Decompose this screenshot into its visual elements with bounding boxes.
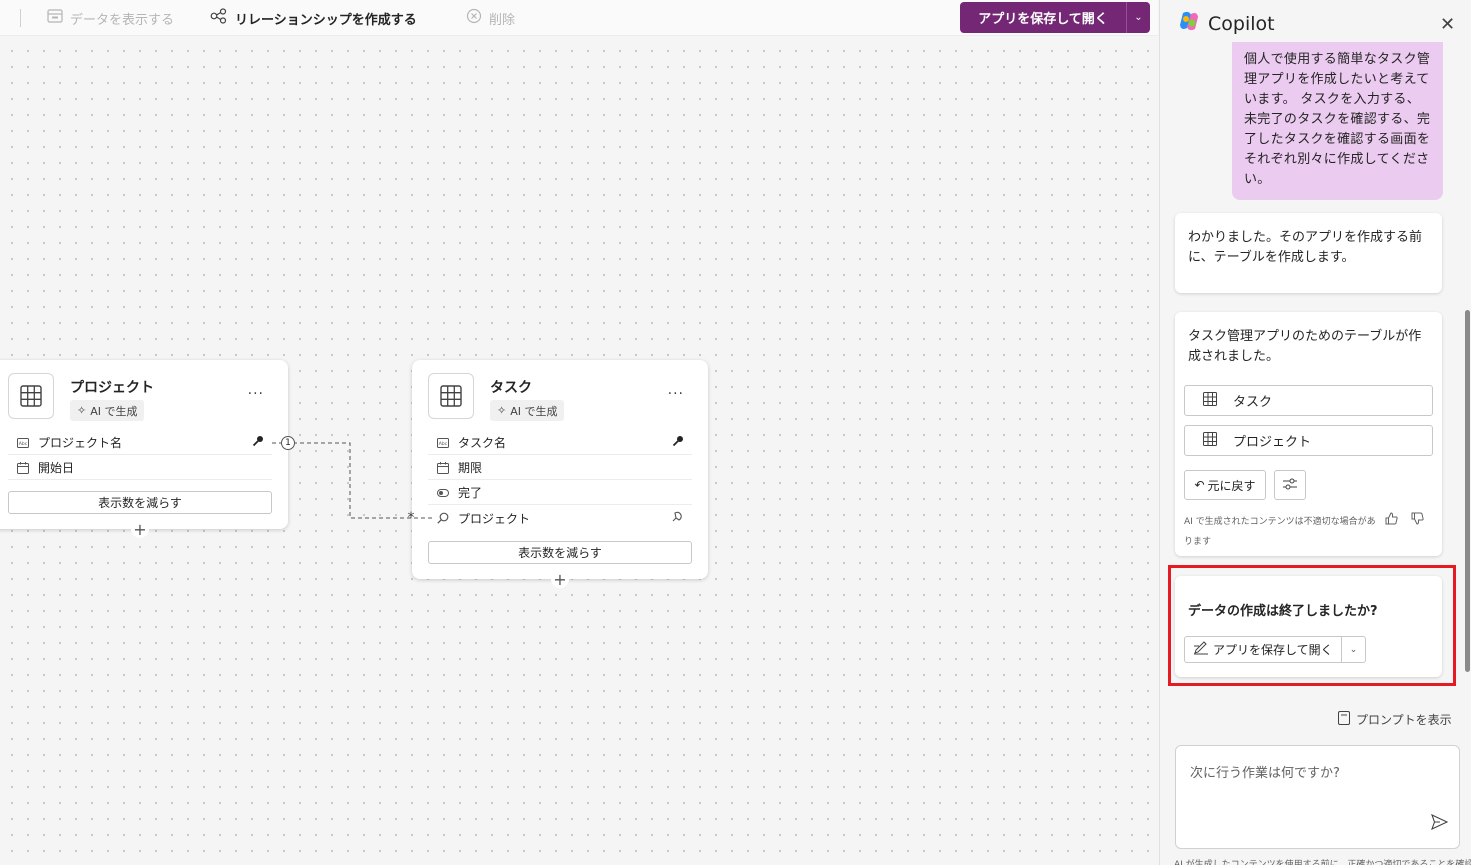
undo-label: 元に戻す <box>1207 478 1256 493</box>
one-cardinality-marker: 1 <box>281 436 295 450</box>
close-icon[interactable]: ✕ <box>1440 14 1455 35</box>
chat-input-box[interactable] <box>1175 745 1460 849</box>
command-bar: データを表示する リレーションシップを作成する 削除 アプリを保存して開く ⌄ <box>0 0 1158 36</box>
sliders-icon <box>1282 477 1298 494</box>
relationship-icon <box>210 8 228 28</box>
show-prompts-label: プロンプトを表示 <box>1356 713 1452 727</box>
send-icon[interactable] <box>1431 813 1449 834</box>
ai-disclaimer: AI で生成されたコンテンツは不適切な場合があります <box>1184 517 1376 547</box>
delete-label: 削除 <box>489 12 516 28</box>
footer-disclaimer: AI が生成したコンテンツを使用する前に、正確かつ適切であることを確認してくださ… <box>1174 860 1471 865</box>
edit-pen-icon <box>1193 641 1209 658</box>
delete-icon <box>466 8 482 28</box>
adjust-settings-button[interactable] <box>1274 470 1306 500</box>
chevron-down-icon: ⌄ <box>1134 12 1143 23</box>
user-message: 個人で使用する簡単なタスク管理アプリを作成したいと考えています。 タスクを入力す… <box>1232 42 1443 200</box>
chevron-down-icon[interactable]: ⌄ <box>1341 637 1365 662</box>
save-and-open-app-button-secondary[interactable]: アプリを保存して開く <box>1185 637 1341 662</box>
chat-input[interactable] <box>1190 762 1440 812</box>
table-link-task[interactable]: タスク <box>1184 385 1433 416</box>
table-link-label: プロジェクト <box>1233 435 1312 450</box>
toolbar-divider <box>20 9 21 27</box>
copilot-title: Copilot <box>1208 12 1275 35</box>
delete-button[interactable]: 削除 <box>466 8 515 28</box>
prompt-guide-icon <box>1338 711 1350 728</box>
assistant-message-text: わかりました。そのアプリを作成する前に、テーブルを作成します。 <box>1188 230 1423 265</box>
many-cardinality-marker: * <box>407 510 415 526</box>
assistant-message: わかりました。そのアプリを作成する前に、テーブルを作成します。 <box>1175 213 1442 293</box>
copilot-pane: Copilot ✕ 個人で使用する簡単なタスク管理アプリを作成したいと考えていま… <box>1159 0 1471 865</box>
save-and-open-app-button[interactable]: アプリを保存して開く <box>960 2 1126 33</box>
create-relationship-label: リレーションシップを作成する <box>235 12 417 28</box>
save-open-label: アプリを保存して開く <box>1213 643 1333 657</box>
copilot-logo-icon <box>1178 10 1200 37</box>
table-view-icon <box>47 9 63 27</box>
table-grid-icon <box>1203 391 1217 410</box>
table-grid-icon <box>1203 431 1217 450</box>
undo-button[interactable]: ↶ 元に戻す <box>1184 470 1266 500</box>
view-data-label: データを表示する <box>70 12 175 28</box>
save-options-dropdown[interactable]: ⌄ <box>1126 2 1150 33</box>
thumbs-up-icon[interactable] <box>1385 512 1398 528</box>
view-data-button[interactable]: データを表示する <box>47 8 174 28</box>
table-link-label: タスク <box>1233 395 1273 410</box>
relationship-connector[interactable] <box>0 37 1158 865</box>
assistant-message-text: タスク管理アプリのためのテーブルが作成されました。 <box>1188 329 1422 364</box>
create-relationship-button[interactable]: リレーションシップを作成する <box>210 8 417 28</box>
thumbs-down-icon[interactable] <box>1411 512 1424 528</box>
data-complete-prompt: データの作成は終了しましたか? アプリを保存して開く ⌄ <box>1175 576 1442 677</box>
show-prompts-button[interactable]: プロンプトを表示 <box>1338 711 1452 728</box>
data-canvas[interactable]: プロジェクト ✧ AI で生成 ··· Abc プロジェクト名 開始日 表示数を… <box>0 37 1158 865</box>
undo-icon: ↶ <box>1194 478 1205 492</box>
copilot-scrollbar-thumb[interactable] <box>1465 310 1470 672</box>
table-link-project[interactable]: プロジェクト <box>1184 425 1433 456</box>
data-complete-question: データの作成は終了しましたか? <box>1188 604 1378 619</box>
assistant-message-tables: タスク管理アプリのためのテーブルが作成されました。 タスク プロジェクト ↶ 元… <box>1175 312 1442 556</box>
copilot-header: Copilot <box>1178 10 1275 37</box>
save-and-open-app-split-button[interactable]: アプリを保存して開く ⌄ <box>1184 636 1366 663</box>
